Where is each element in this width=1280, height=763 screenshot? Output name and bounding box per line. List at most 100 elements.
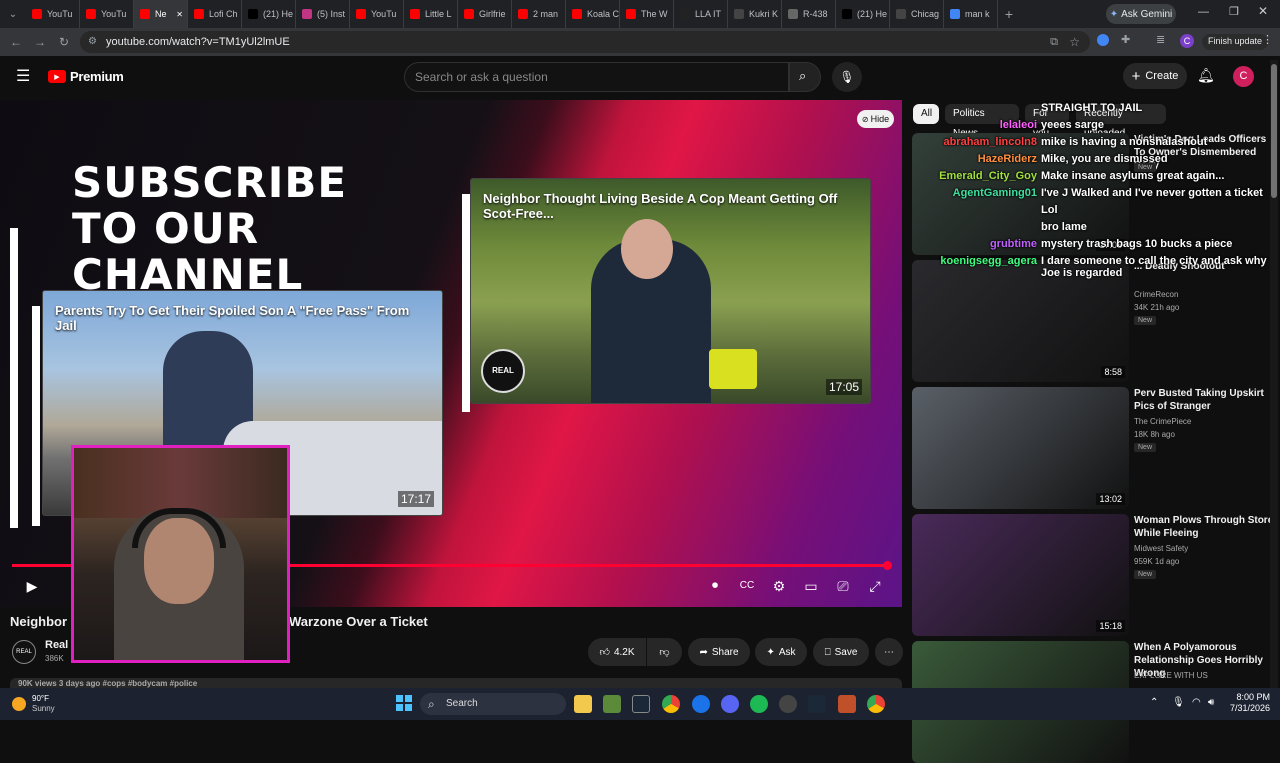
reload-icon[interactable]: ↻	[52, 35, 76, 49]
youtube-logo[interactable]: ▶ Premium	[48, 69, 124, 84]
play-button[interactable]: ▶	[20, 578, 44, 595]
browser-tab[interactable]: The W	[620, 0, 674, 28]
ask-button[interactable]: ✦ Ask	[755, 638, 807, 666]
chrome-active-icon[interactable]	[867, 695, 885, 713]
account-avatar[interactable]: C	[1233, 66, 1254, 87]
back-icon[interactable]: ←	[4, 35, 28, 49]
clock[interactable]: 8:00 PM 7/31/2026	[1226, 692, 1270, 714]
recommendation-channel[interactable]: Midwest Safety	[1134, 544, 1188, 553]
browser-tab[interactable]: (21) He	[242, 0, 296, 28]
bookmark-star-icon[interactable]: ☆	[1069, 31, 1080, 53]
taskbar-search[interactable]: ⌕ Search	[420, 693, 566, 715]
steam-icon[interactable]	[632, 695, 650, 713]
browser-tab[interactable]: Ne ✕	[134, 0, 188, 28]
recommendation-thumbnail[interactable]: 8:58	[912, 260, 1129, 382]
fullscreen-icon[interactable]: ⤢	[863, 578, 887, 595]
browser-tab[interactable]: YouTu	[26, 0, 80, 28]
cast-icon[interactable]: ⎚	[831, 578, 855, 595]
theater-mode-icon[interactable]: ▭	[799, 578, 823, 595]
recommendation-item[interactable]: 8:58 ... Deadly Shootout CrimeRecon 34K 21h…	[912, 260, 1277, 382]
save-button[interactable]: ⎕ Save	[813, 638, 869, 666]
share-button[interactable]: ➦ Share	[688, 638, 750, 666]
tab-search-icon[interactable]: ≣	[1156, 33, 1165, 46]
minimize-button[interactable]: —	[1198, 6, 1209, 18]
forward-icon[interactable]: →	[28, 35, 52, 49]
close-window-button[interactable]: ✕	[1258, 4, 1268, 18]
site-info-icon[interactable]: ⚙	[88, 31, 97, 53]
chrome-icon[interactable]	[662, 695, 680, 713]
wifi-icon[interactable]: ◠	[1192, 697, 1201, 708]
maximize-button[interactable]: ❐	[1229, 5, 1239, 18]
browser-menu-icon[interactable]: ⋮	[1262, 33, 1273, 46]
volume-icon[interactable]: 🔊︎	[1208, 697, 1214, 708]
dislike-button[interactable]: 👎︎	[647, 638, 682, 666]
finish-update-button[interactable]: Finish update	[1202, 34, 1269, 50]
puzzle-icon[interactable]: ✚	[1121, 33, 1130, 46]
search-input[interactable]: Search or ask a question	[404, 62, 789, 92]
settings-gear-icon[interactable]: ⚙	[767, 578, 791, 595]
browser-tab[interactable]: R-438	[782, 0, 836, 28]
scrollbar-thumb[interactable]	[1271, 64, 1277, 198]
show-hidden-icons[interactable]: ⌃	[1150, 697, 1158, 708]
voice-search-button[interactable]: 🎙	[832, 62, 862, 92]
more-actions-button[interactable]: ⋯	[875, 638, 903, 666]
end-screen-subscribe-text[interactable]: SUBSCRIBE TO OUR CHANNEL	[72, 160, 412, 298]
app-icon[interactable]	[692, 695, 710, 713]
browser-tab[interactable]: 2 man	[512, 0, 566, 28]
browser-tab[interactable]: Chicag	[890, 0, 944, 28]
recommendation-item[interactable]: 15:18 Woman Plows Through Store While Fle…	[912, 514, 1277, 636]
end-screen-card-right[interactable]: REAL Neighbor Thought Living Beside A Co…	[470, 178, 871, 404]
recommendation-thumbnail[interactable]: 15:18	[912, 514, 1129, 636]
ask-gemini-button[interactable]: ✦ Ask Gemini	[1106, 4, 1176, 24]
extension-icon[interactable]	[1097, 34, 1109, 46]
recommendation-channel[interactable]: CrimeRecon	[1134, 290, 1178, 299]
spotify-icon[interactable]	[750, 695, 768, 713]
search-button[interactable]: ⌕	[789, 62, 821, 92]
app-icon[interactable]	[779, 695, 797, 713]
channel-avatar[interactable]: REAL	[12, 640, 36, 664]
subtitles-icon[interactable]: CC	[735, 580, 759, 591]
channel-name[interactable]: Real	[45, 639, 68, 651]
browser-tab[interactable]: (21) He	[836, 0, 890, 28]
browser-tab[interactable]: Kukri K	[728, 0, 782, 28]
weather-widget[interactable]: 90°F Sunny	[12, 694, 55, 714]
minecraft-icon[interactable]	[603, 695, 621, 713]
hamburger-menu-icon[interactable]: ☰	[16, 66, 30, 86]
recommendation-item[interactable]: 13:02 Perv Busted Taking Upskirt Pics of …	[912, 387, 1277, 509]
browser-tab[interactable]: man k	[944, 0, 998, 28]
discord-icon[interactable]	[721, 695, 739, 713]
notifications-bell-icon[interactable]: 🔔︎	[1197, 67, 1215, 84]
app-icon[interactable]	[838, 695, 856, 713]
autoplay-toggle[interactable]: ⏺	[703, 578, 727, 593]
recommendation-channel[interactable]: The CrimePiece	[1134, 417, 1191, 426]
like-button[interactable]: 👍︎ 4.2K	[588, 638, 646, 666]
microphone-icon[interactable]: 🎙︎	[1172, 697, 1185, 708]
url-field[interactable]: ⚙ youtube.com/watch?v=TM1yUl2lmUE ⧉ ☆	[80, 31, 1090, 53]
install-icon[interactable]: ⧉	[1050, 31, 1058, 53]
page-scrollbar[interactable]	[1270, 60, 1278, 688]
close-tab-icon[interactable]: ✕	[176, 10, 183, 19]
recommendation-thumbnail[interactable]: 17:06	[912, 133, 1129, 255]
browser-tab[interactable]: (5) Inst	[296, 0, 350, 28]
browser-tab[interactable]: LLA IT	[674, 0, 728, 28]
profile-avatar[interactable]: C	[1180, 34, 1194, 48]
hide-button[interactable]: ⊘ Hide	[857, 110, 894, 128]
browser-tab[interactable]: Girlfrie	[458, 0, 512, 28]
browser-tab[interactable]: Lofi Ch	[188, 0, 242, 28]
progress-scrubber[interactable]	[883, 561, 892, 570]
create-button[interactable]: + Create	[1123, 63, 1187, 89]
recommendation-title[interactable]: ... Deadly Shootout	[1134, 260, 1274, 273]
browser-tab[interactable]: YouTu	[80, 0, 134, 28]
browser-tab[interactable]: Koala C	[566, 0, 620, 28]
recommendation-item[interactable]: 17:06 Victim's Dog Leads Officers To Owne…	[912, 133, 1277, 255]
file-explorer-icon[interactable]	[574, 695, 592, 713]
recommendation-title[interactable]: Perv Busted Taking Upskirt Pics of Stran…	[1134, 387, 1274, 413]
browser-tab[interactable]: YouTu	[350, 0, 404, 28]
recommendation-title[interactable]: Woman Plows Through Store While Fleeing	[1134, 514, 1274, 540]
start-button[interactable]	[396, 695, 412, 711]
recommendation-channel[interactable]: EXPLORE WITH US	[1134, 671, 1208, 680]
new-tab-button[interactable]: +	[998, 6, 1020, 22]
description-box[interactable]: 90K views 3 days ago #cops #bodycam #pol…	[10, 678, 902, 688]
recommendation-thumbnail[interactable]: 13:02	[912, 387, 1129, 509]
tab-list-button[interactable]: ⌄	[0, 9, 26, 20]
